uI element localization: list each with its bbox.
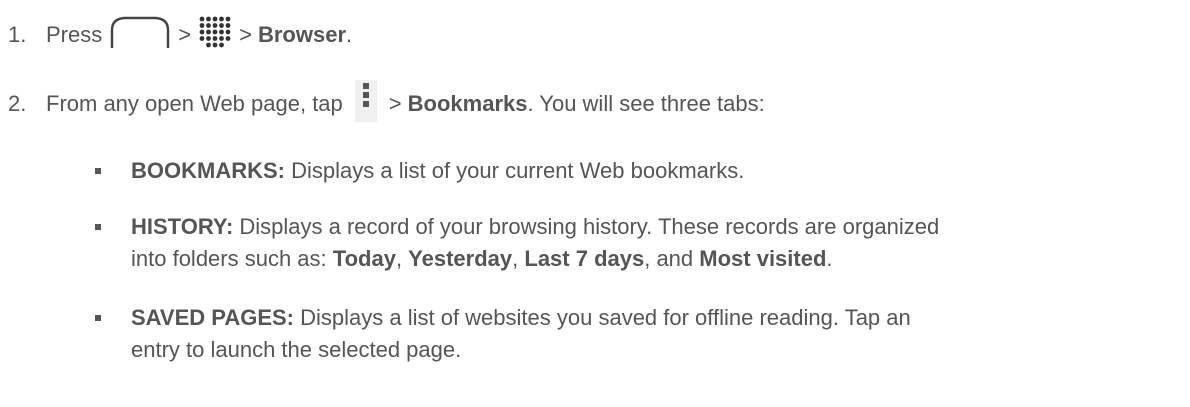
saved-line-1: SAVED PAGES: Displays a list of websites…	[131, 303, 1181, 333]
history-line-2: into folders such as: Today, Yesterday , …	[131, 244, 1181, 274]
menu-icon	[354, 80, 377, 128]
browser-label: Browser	[257, 22, 347, 47]
tab-description: Displays a record of your browsing histo…	[233, 214, 940, 239]
tab-term: BOOKMARKS:	[131, 158, 285, 183]
bullet	[95, 315, 101, 321]
step-2: 2. From any open Web page, tap > Bookmar…	[0, 80, 765, 128]
separator: >	[388, 91, 402, 116]
history-prefix: into folders such as:	[131, 246, 333, 271]
separator: >	[239, 22, 252, 47]
tab-description: Displays a list of websites you saved fo…	[294, 305, 911, 330]
saved-line-2: entry to launch the selected page.	[131, 337, 462, 362]
folder-today: Today	[332, 246, 396, 271]
apps-icon	[199, 16, 231, 54]
history-line-1: HISTORY: Displays a record of your brows…	[131, 212, 1181, 242]
tab-bookmarks-item: BOOKMARKS: Displays a list of your curre…	[131, 156, 1181, 186]
bullet	[95, 168, 101, 174]
bookmarks-label: Bookmarks	[407, 91, 528, 116]
comma: ,	[395, 246, 409, 271]
tab-term: HISTORY:	[131, 214, 234, 239]
period: .	[826, 246, 833, 271]
bullet	[95, 224, 101, 230]
tab-saved-pages-item: SAVED PAGES: Displays a list of websites…	[131, 303, 1181, 365]
tab-description: Displays a list of your current Web book…	[285, 158, 745, 183]
home-icon	[110, 15, 170, 55]
tab-term: SAVED PAGES:	[131, 305, 294, 330]
step-number: 1.	[8, 22, 27, 47]
and: , and	[644, 246, 700, 271]
folder-most-visited: Most visited	[699, 246, 827, 271]
separator: >	[178, 22, 192, 47]
comma: ,	[512, 246, 525, 271]
period: .	[346, 22, 353, 47]
step-text: From any open Web page, tap	[46, 91, 343, 116]
step-number: 2.	[8, 91, 27, 116]
folder-yesterday: Yesterday	[408, 246, 513, 271]
step-text: Press	[46, 22, 103, 47]
step-text-after: . You will see three tabs:	[527, 91, 765, 116]
folder-last-7-days: Last 7 days	[524, 246, 645, 271]
step-1: 1. Press > > Browser .	[0, 13, 352, 57]
tab-history-item: HISTORY: Displays a record of your brows…	[131, 212, 1181, 274]
